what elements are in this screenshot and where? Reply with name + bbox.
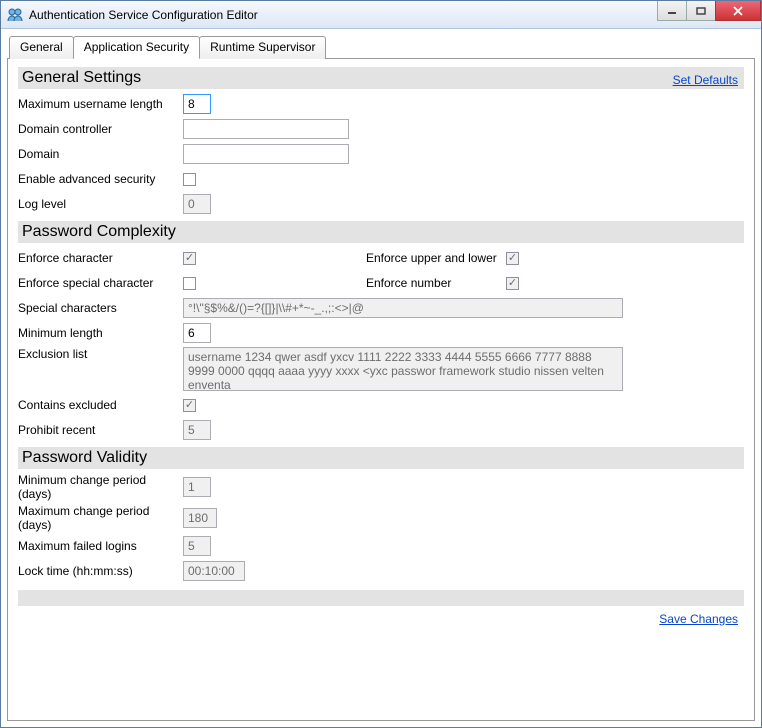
enable-advanced-checkbox[interactable] [183, 173, 196, 186]
client-area: General Application Security Runtime Sup… [1, 29, 761, 727]
domain-controller-label: Domain controller [18, 122, 183, 136]
lock-time-input[interactable] [183, 561, 245, 581]
footer-spacer [18, 590, 744, 606]
max-change-label: Maximum change period (days) [18, 504, 183, 532]
min-change-input[interactable] [183, 477, 211, 497]
enforce-special-label: Enforce special character [18, 276, 183, 290]
domain-input[interactable] [183, 144, 349, 164]
log-level-label: Log level [18, 197, 183, 211]
titlebar[interactable]: Authentication Service Configuration Edi… [1, 1, 761, 29]
min-length-input[interactable] [183, 323, 211, 343]
enforce-number-checkbox[interactable]: ✓ [506, 277, 519, 290]
domain-controller-input[interactable] [183, 119, 349, 139]
max-username-input[interactable] [183, 94, 211, 114]
tab-panel-application-security: Set Defaults General Settings Maximum us… [7, 58, 755, 721]
enforce-special-checkbox[interactable] [183, 277, 196, 290]
tabstrip: General Application Security Runtime Sup… [7, 35, 755, 58]
log-level-input[interactable] [183, 194, 211, 214]
close-button[interactable] [715, 1, 761, 21]
lock-time-label: Lock time (hh:mm:ss) [18, 564, 183, 578]
tab-application-security[interactable]: Application Security [73, 36, 200, 59]
enforce-upper-lower-checkbox[interactable]: ✓ [506, 252, 519, 265]
section-header-general: General Settings [18, 67, 744, 89]
window-controls [658, 1, 761, 28]
enforce-char-label: Enforce character [18, 251, 183, 265]
domain-label: Domain [18, 147, 183, 161]
max-username-label: Maximum username length [18, 97, 183, 111]
special-chars-input[interactable] [183, 298, 623, 318]
section-header-complexity: Password Complexity [18, 221, 744, 243]
exclusion-list-textarea[interactable] [183, 347, 623, 391]
contains-excluded-checkbox[interactable]: ✓ [183, 399, 196, 412]
max-change-input[interactable] [183, 508, 217, 528]
contains-excluded-label: Contains excluded [18, 398, 183, 412]
prohibit-recent-input[interactable] [183, 420, 211, 440]
maximize-button[interactable] [686, 1, 716, 21]
min-change-label: Minimum change period (days) [18, 473, 183, 501]
app-icon [7, 7, 23, 23]
tab-runtime-supervisor[interactable]: Runtime Supervisor [199, 36, 326, 59]
enforce-upper-lower-label: Enforce upper and lower [366, 251, 506, 265]
app-window: Authentication Service Configuration Edi… [0, 0, 762, 728]
max-failed-label: Maximum failed logins [18, 539, 183, 553]
exclusion-list-label: Exclusion list [18, 347, 183, 361]
max-failed-input[interactable] [183, 536, 211, 556]
special-chars-label: Special characters [18, 301, 183, 315]
save-changes-link[interactable]: Save Changes [659, 612, 738, 626]
enable-advanced-label: Enable advanced security [18, 172, 183, 186]
section-header-validity: Password Validity [18, 447, 744, 469]
tab-general[interactable]: General [9, 36, 74, 59]
min-length-label: Minimum length [18, 326, 183, 340]
enforce-number-label: Enforce number [366, 276, 506, 290]
prohibit-recent-label: Prohibit recent [18, 423, 183, 437]
enforce-char-checkbox[interactable]: ✓ [183, 252, 196, 265]
window-title: Authentication Service Configuration Edi… [29, 8, 658, 22]
set-defaults-link[interactable]: Set Defaults [673, 73, 738, 87]
minimize-button[interactable] [657, 1, 687, 21]
